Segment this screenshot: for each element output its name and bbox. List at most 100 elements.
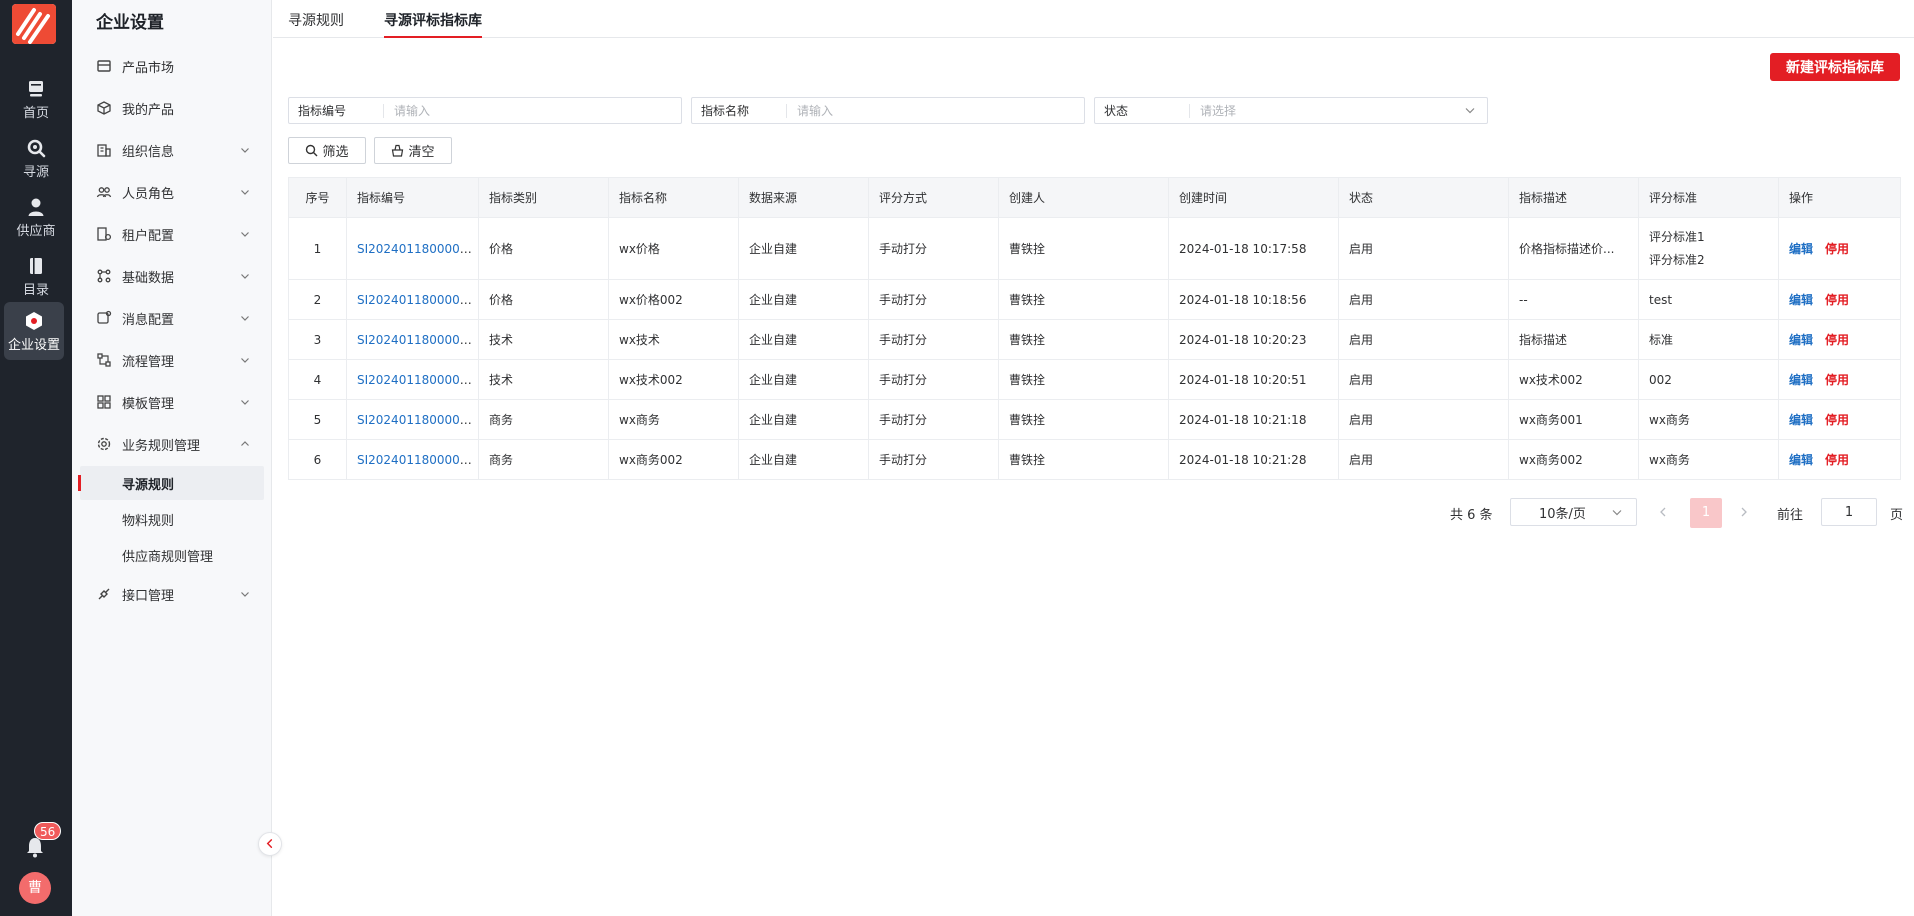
header-cell: 指标描述 xyxy=(1508,177,1639,218)
chevron-down-icon xyxy=(241,358,249,363)
sidebar-item-business-rules[interactable]: 业务规则管理 xyxy=(72,428,272,460)
edit-button[interactable]: 编辑 xyxy=(1789,373,1813,387)
edit-button[interactable]: 编辑 xyxy=(1789,242,1813,256)
index-code-link[interactable]: SI20240118000005 ... xyxy=(357,413,478,427)
sidebar-item-org-info[interactable]: 组织信息 xyxy=(72,134,272,166)
creator-cell: 曹铁拴 xyxy=(998,279,1169,320)
disable-button[interactable]: 停用 xyxy=(1825,333,1849,347)
new-index-library-button[interactable]: 新建评标指标库 xyxy=(1770,53,1900,81)
status-cell: 启用 xyxy=(1338,217,1509,280)
index-code-link[interactable]: SI20240118000003 ... xyxy=(357,333,478,347)
disable-button[interactable]: 停用 xyxy=(1825,373,1849,387)
current-page[interactable]: 1 xyxy=(1690,498,1722,528)
edit-button[interactable]: 编辑 xyxy=(1789,413,1813,427)
rail-item-sourcing[interactable]: 寻源 xyxy=(0,129,72,187)
next-page-icon[interactable] xyxy=(1737,505,1751,519)
index-code-link[interactable]: SI20240118000002 ... xyxy=(357,293,478,307)
index-code-link[interactable]: SI20240118000006 ... xyxy=(357,453,478,467)
sidebar-subitem-sourcing-rules[interactable]: 寻源规则 xyxy=(78,466,264,500)
description-cell: -- xyxy=(1508,279,1639,320)
sidebar-item-product-market[interactable]: 产品市场 xyxy=(72,50,272,82)
category-cell: 技术 xyxy=(478,319,609,360)
nodes-icon xyxy=(97,269,111,283)
header-cell: 数据来源 xyxy=(738,177,869,218)
disable-button[interactable]: 停用 xyxy=(1825,242,1849,256)
standard-line: 评分标准1 xyxy=(1649,229,1705,244)
sidebar-item-flow-management[interactable]: 流程管理 xyxy=(72,344,272,376)
avatar[interactable]: 曹 xyxy=(19,872,51,904)
table-row: 3 SI20240118000003 ... 技术 wx技术 企业自建 手动打分… xyxy=(288,319,1901,360)
description-cell: 指标描述 xyxy=(1508,319,1639,360)
sidebar-item-interface-management[interactable]: 接口管理 xyxy=(72,578,272,610)
logo-icon[interactable] xyxy=(12,4,56,44)
tab-sourcing-rules[interactable]: 寻源规则 xyxy=(288,10,344,38)
main-content: 寻源规则 寻源评标指标库 新建评标指标库 指标编号 指标名称 状态 筛选 清空 … xyxy=(273,0,1914,916)
edit-button[interactable]: 编辑 xyxy=(1789,293,1813,307)
page-size-select[interactable]: 10条/页 xyxy=(1510,498,1637,526)
tenant-icon xyxy=(97,227,112,241)
created-time-cell: 2024-01-18 10:21:28 xyxy=(1168,439,1339,480)
sidebar-item-tenant-config[interactable]: 租户配置 xyxy=(72,218,272,250)
chevron-down-icon xyxy=(241,148,249,153)
created-time-cell: 2024-01-18 10:18:56 xyxy=(1168,279,1339,320)
name-cell: wx价格002 xyxy=(608,279,739,320)
sidebar-subitem-supplier-rules[interactable]: 供应商规则管理 xyxy=(80,538,264,572)
status-select[interactable] xyxy=(1190,98,1487,123)
disable-button[interactable]: 停用 xyxy=(1825,293,1849,307)
creator-cell: 曹铁拴 xyxy=(998,217,1169,280)
sidebar-item-base-data[interactable]: 基础数据 xyxy=(72,260,272,292)
notification-badge: 56 xyxy=(34,822,62,840)
plug-icon xyxy=(98,588,110,600)
edit-button[interactable]: 编辑 xyxy=(1789,333,1813,347)
source-cell: 企业自建 xyxy=(738,217,869,280)
edit-button[interactable]: 编辑 xyxy=(1789,453,1813,467)
index-code-label: 指标编号 xyxy=(289,103,384,118)
sidebar-item-my-products[interactable]: 我的产品 xyxy=(72,92,272,124)
rail-label: 首页 xyxy=(22,106,49,121)
index-code-input[interactable] xyxy=(384,98,681,123)
source-cell: 企业自建 xyxy=(738,279,869,320)
page-unit-label: 页 xyxy=(1890,508,1904,523)
row-number: 2 xyxy=(288,279,347,320)
settings-sidebar: 企业设置 产品市场 我的产品 组织信息 人员角色 租户配置 基础数据 消息配置 … xyxy=(72,0,272,916)
sidebar-item-people-roles[interactable]: 人员角色 xyxy=(72,176,272,208)
method-cell: 手动打分 xyxy=(868,359,999,400)
header-cell: 操作 xyxy=(1778,177,1901,218)
index-code-link[interactable]: SI20240118000004 ... xyxy=(357,373,478,387)
creator-cell: 曹铁拴 xyxy=(998,399,1169,440)
sidebar-item-label: 模板管理 xyxy=(122,396,175,412)
message-icon xyxy=(97,310,112,324)
clear-button[interactable]: 清空 xyxy=(374,137,452,164)
rail-label: 目录 xyxy=(22,283,49,298)
flow-icon xyxy=(97,353,111,367)
disable-button[interactable]: 停用 xyxy=(1825,413,1849,427)
index-name-input[interactable] xyxy=(787,98,1084,123)
goto-page-input[interactable] xyxy=(1821,498,1877,526)
created-time-cell: 2024-01-18 10:20:51 xyxy=(1168,359,1339,400)
sidebar-item-message-config[interactable]: 消息配置 xyxy=(72,302,272,334)
sidebar-item-template-management[interactable]: 模板管理 xyxy=(72,386,272,418)
filter-button[interactable]: 筛选 xyxy=(288,137,366,164)
monitor-icon xyxy=(29,81,43,97)
rail-item-catalog[interactable]: 目录 xyxy=(0,247,72,305)
ops-cell: 编辑 停用 xyxy=(1778,399,1901,440)
creator-cell: 曹铁拴 xyxy=(998,439,1169,480)
index-table: 序号 指标编号 指标类别 指标名称 数据来源 评分方式 创建人 创建时间 状态 … xyxy=(288,177,1901,480)
building-icon xyxy=(97,144,111,157)
rail-item-supplier[interactable]: 供应商 xyxy=(0,188,72,246)
index-code-link[interactable]: SI20240118000001 ... xyxy=(357,242,478,256)
total-count: 共 6 条 xyxy=(1450,508,1493,523)
prev-page-icon[interactable] xyxy=(1656,505,1670,519)
sidebar-item-label: 人员角色 xyxy=(122,186,175,202)
rail-item-home[interactable]: 首页 xyxy=(0,70,72,128)
ops-cell: 编辑 停用 xyxy=(1778,439,1901,480)
source-cell: 企业自建 xyxy=(738,359,869,400)
table-row: 1 SI20240118000001 ... 价格 wx价格 企业自建 手动打分… xyxy=(288,217,1901,280)
method-cell: 手动打分 xyxy=(868,217,999,280)
rail-item-enterprise-settings[interactable]: 企业设置 xyxy=(4,302,64,360)
tab-evaluation-index-library[interactable]: 寻源评标指标库 xyxy=(384,10,482,38)
header-cell: 评分标准 xyxy=(1638,177,1779,218)
sidebar-subitem-material-rules[interactable]: 物料规则 xyxy=(80,502,264,536)
disable-button[interactable]: 停用 xyxy=(1825,453,1849,467)
index-name-filter: 指标名称 xyxy=(691,97,1085,124)
